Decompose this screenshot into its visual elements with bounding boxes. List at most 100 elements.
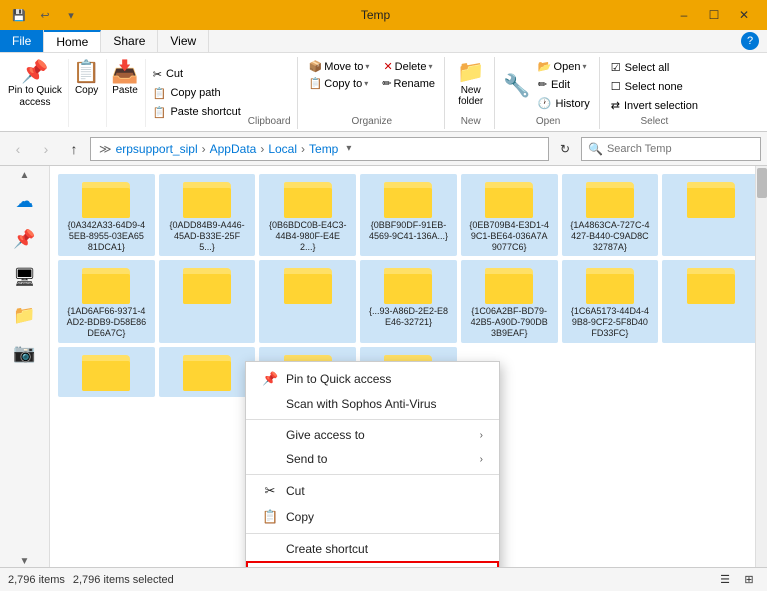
list-item[interactable]: {1A4863CA-727C-4427-B440-C9AD8C32787A} (562, 174, 659, 256)
tab-home[interactable]: Home (44, 30, 101, 52)
list-item[interactable] (662, 260, 759, 342)
tab-share[interactable]: Share (101, 30, 158, 52)
properties-btn[interactable]: 🔧 (503, 73, 530, 99)
cut-btn[interactable]: ✂Cut (150, 66, 244, 83)
sidebar-cloud[interactable]: ☁ (7, 183, 43, 219)
move-to-btn[interactable]: 📦Move to▾ (306, 59, 373, 74)
list-item[interactable] (159, 260, 256, 342)
delete-btn[interactable]: ✕Delete▾ (380, 59, 435, 74)
window-controls: – ☐ ✕ (669, 0, 759, 30)
list-item[interactable] (58, 347, 155, 397)
folder-icon (183, 264, 231, 304)
path-erpsupport[interactable]: erpsupport_sipl (116, 142, 198, 156)
list-item[interactable] (159, 347, 256, 397)
scrollbar-vertical[interactable] (755, 166, 767, 567)
invert-selection-btn[interactable]: ⇄Invert selection (608, 97, 701, 114)
list-item[interactable] (662, 174, 759, 256)
ctx-pin-label: Pin to Quick access (286, 372, 391, 386)
tab-view[interactable]: View (158, 30, 209, 52)
select-none-btn[interactable]: ☐Select none (608, 78, 701, 95)
sidebar-desktop[interactable]: 🖥 (7, 259, 43, 295)
search-icon: 🔍 (588, 142, 603, 156)
rename-btn[interactable]: ✏Rename (379, 76, 438, 91)
paste-btn[interactable]: 📥 Paste (111, 59, 145, 127)
tab-file[interactable]: File (0, 30, 44, 52)
list-item[interactable] (259, 260, 356, 342)
maximize-button[interactable]: ☐ (699, 0, 729, 30)
folder-icon (284, 178, 332, 218)
paste-shortcut-btn[interactable]: 📋Paste shortcut (150, 104, 244, 121)
file-name: {0A342A33-64D9-45EB-8955-03EA6581DCA1} (66, 220, 146, 252)
edit-icon: ✏ (538, 78, 547, 91)
move-to-icon: 📦 (309, 60, 323, 73)
ctx-delete[interactable]: Delete (246, 561, 499, 567)
history-btn[interactable]: 🕐History (535, 95, 593, 112)
address-path[interactable]: ≫ erpsupport_sipl › AppData › Local › Te… (90, 137, 549, 161)
folder-icon (586, 178, 634, 218)
copy-path-btn[interactable]: 📋Copy path (150, 85, 244, 102)
copy-path-icon: 📋 (153, 87, 167, 100)
grid-view-btn[interactable]: ⊞ (739, 570, 759, 590)
ctx-give-access[interactable]: Give access to › (246, 423, 499, 447)
select-all-btn[interactable]: ☑Select all (608, 59, 701, 76)
close-button[interactable]: ✕ (729, 0, 759, 30)
select-all-icon: ☑ (611, 61, 621, 74)
sidebar-folder[interactable]: 📁 (7, 297, 43, 333)
qa-undo[interactable]: ↩ (34, 4, 56, 26)
back-button[interactable]: ‹ (6, 137, 30, 161)
ctx-send-to[interactable]: Send to › (246, 447, 499, 471)
open-btn[interactable]: 📂Open▾ (535, 59, 593, 74)
copy-to-arrow: ▾ (364, 79, 368, 88)
sidebar-scroll-down[interactable]: ▼ (20, 556, 30, 567)
folder-icon (687, 178, 735, 218)
path-appdata[interactable]: AppData (210, 142, 257, 156)
copy-btn[interactable]: 📋 Copy (73, 59, 107, 127)
folder-icon (586, 264, 634, 304)
cut-label: Cut (166, 68, 183, 80)
folder-icon (384, 264, 432, 304)
scroll-thumb[interactable] (757, 168, 767, 198)
qa-more[interactable]: ▾ (60, 4, 82, 26)
forward-button[interactable]: › (34, 137, 58, 161)
sidebar-expand[interactable]: ▲ (20, 170, 30, 181)
ctx-create-shortcut[interactable]: Create shortcut (246, 537, 499, 561)
list-item[interactable]: {0A342A33-64D9-45EB-8955-03EA6581DCA1} (58, 174, 155, 256)
sidebar-pin[interactable]: 📌 (7, 221, 43, 257)
qa-save[interactable]: 💾 (8, 4, 30, 26)
new-group: 📁 Newfolder New (447, 57, 495, 129)
list-item[interactable]: {0BBF90DF-91EB-4569-9C41-136A...} (360, 174, 457, 256)
list-item[interactable]: {0B6BDC0B-E4C3-44B4-980F-E4E2...} (259, 174, 356, 256)
ctx-sendto-label: Send to (286, 452, 327, 466)
list-view-btn[interactable]: ☰ (715, 570, 735, 590)
pin-to-quick-access-btn[interactable]: 📌 Pin to Quickaccess (8, 59, 69, 127)
path-local[interactable]: Local (268, 142, 297, 156)
list-item[interactable]: {0ADD84B9-A446-45AD-B33E-25F5...} (159, 174, 256, 256)
list-item[interactable]: {0EB709B4-E3D1-49C1-BE64-036A7A9077C6} (461, 174, 558, 256)
list-item[interactable]: {1C6A5173-44D4-49B8-9CF2-5F8D40FD33FC} (562, 260, 659, 342)
ctx-cut[interactable]: ✂Cut (246, 478, 499, 504)
ctx-scan-sophos[interactable]: Scan with Sophos Anti-Virus (246, 392, 499, 416)
search-box[interactable]: 🔍 (581, 137, 761, 161)
list-item[interactable]: {1AD6AF66-9371-4AD2-BDB9-D58E86DE6A7C} (58, 260, 155, 342)
search-input[interactable] (607, 143, 754, 155)
help-button[interactable]: ? (741, 32, 759, 50)
minimize-button[interactable]: – (669, 0, 699, 30)
folder-icon (82, 264, 130, 304)
copy-label: Copy (75, 85, 98, 96)
open-group: 🔧 📂Open▾ ✏Edit 🕐History Open (497, 57, 599, 129)
new-folder-btn[interactable]: 📁 (457, 59, 484, 85)
sidebar-photo[interactable]: 📷 (7, 335, 43, 371)
ctx-pin-quick-access[interactable]: 📌Pin to Quick access (246, 366, 499, 392)
file-name: {0B6BDC0B-E4C3-44B4-980F-E4E2...} (268, 220, 348, 252)
edit-btn[interactable]: ✏Edit (535, 76, 593, 93)
history-label: History (556, 98, 590, 110)
path-temp[interactable]: Temp (309, 142, 338, 156)
copy-to-btn[interactable]: 📋Copy to▾ (306, 76, 372, 91)
list-item[interactable]: {1C06A2BF-BD79-42B5-A90D-790DB3B9EAF} (461, 260, 558, 342)
path-dropdown-arrow[interactable]: ▾ (346, 143, 351, 154)
list-item[interactable]: {...93-A86D-2E2-E8E46-32721} (360, 260, 457, 342)
path-sep3: › (301, 142, 305, 156)
ctx-copy[interactable]: 📋Copy (246, 504, 499, 530)
refresh-button[interactable]: ↻ (553, 137, 577, 161)
up-button[interactable]: ↑ (62, 137, 86, 161)
